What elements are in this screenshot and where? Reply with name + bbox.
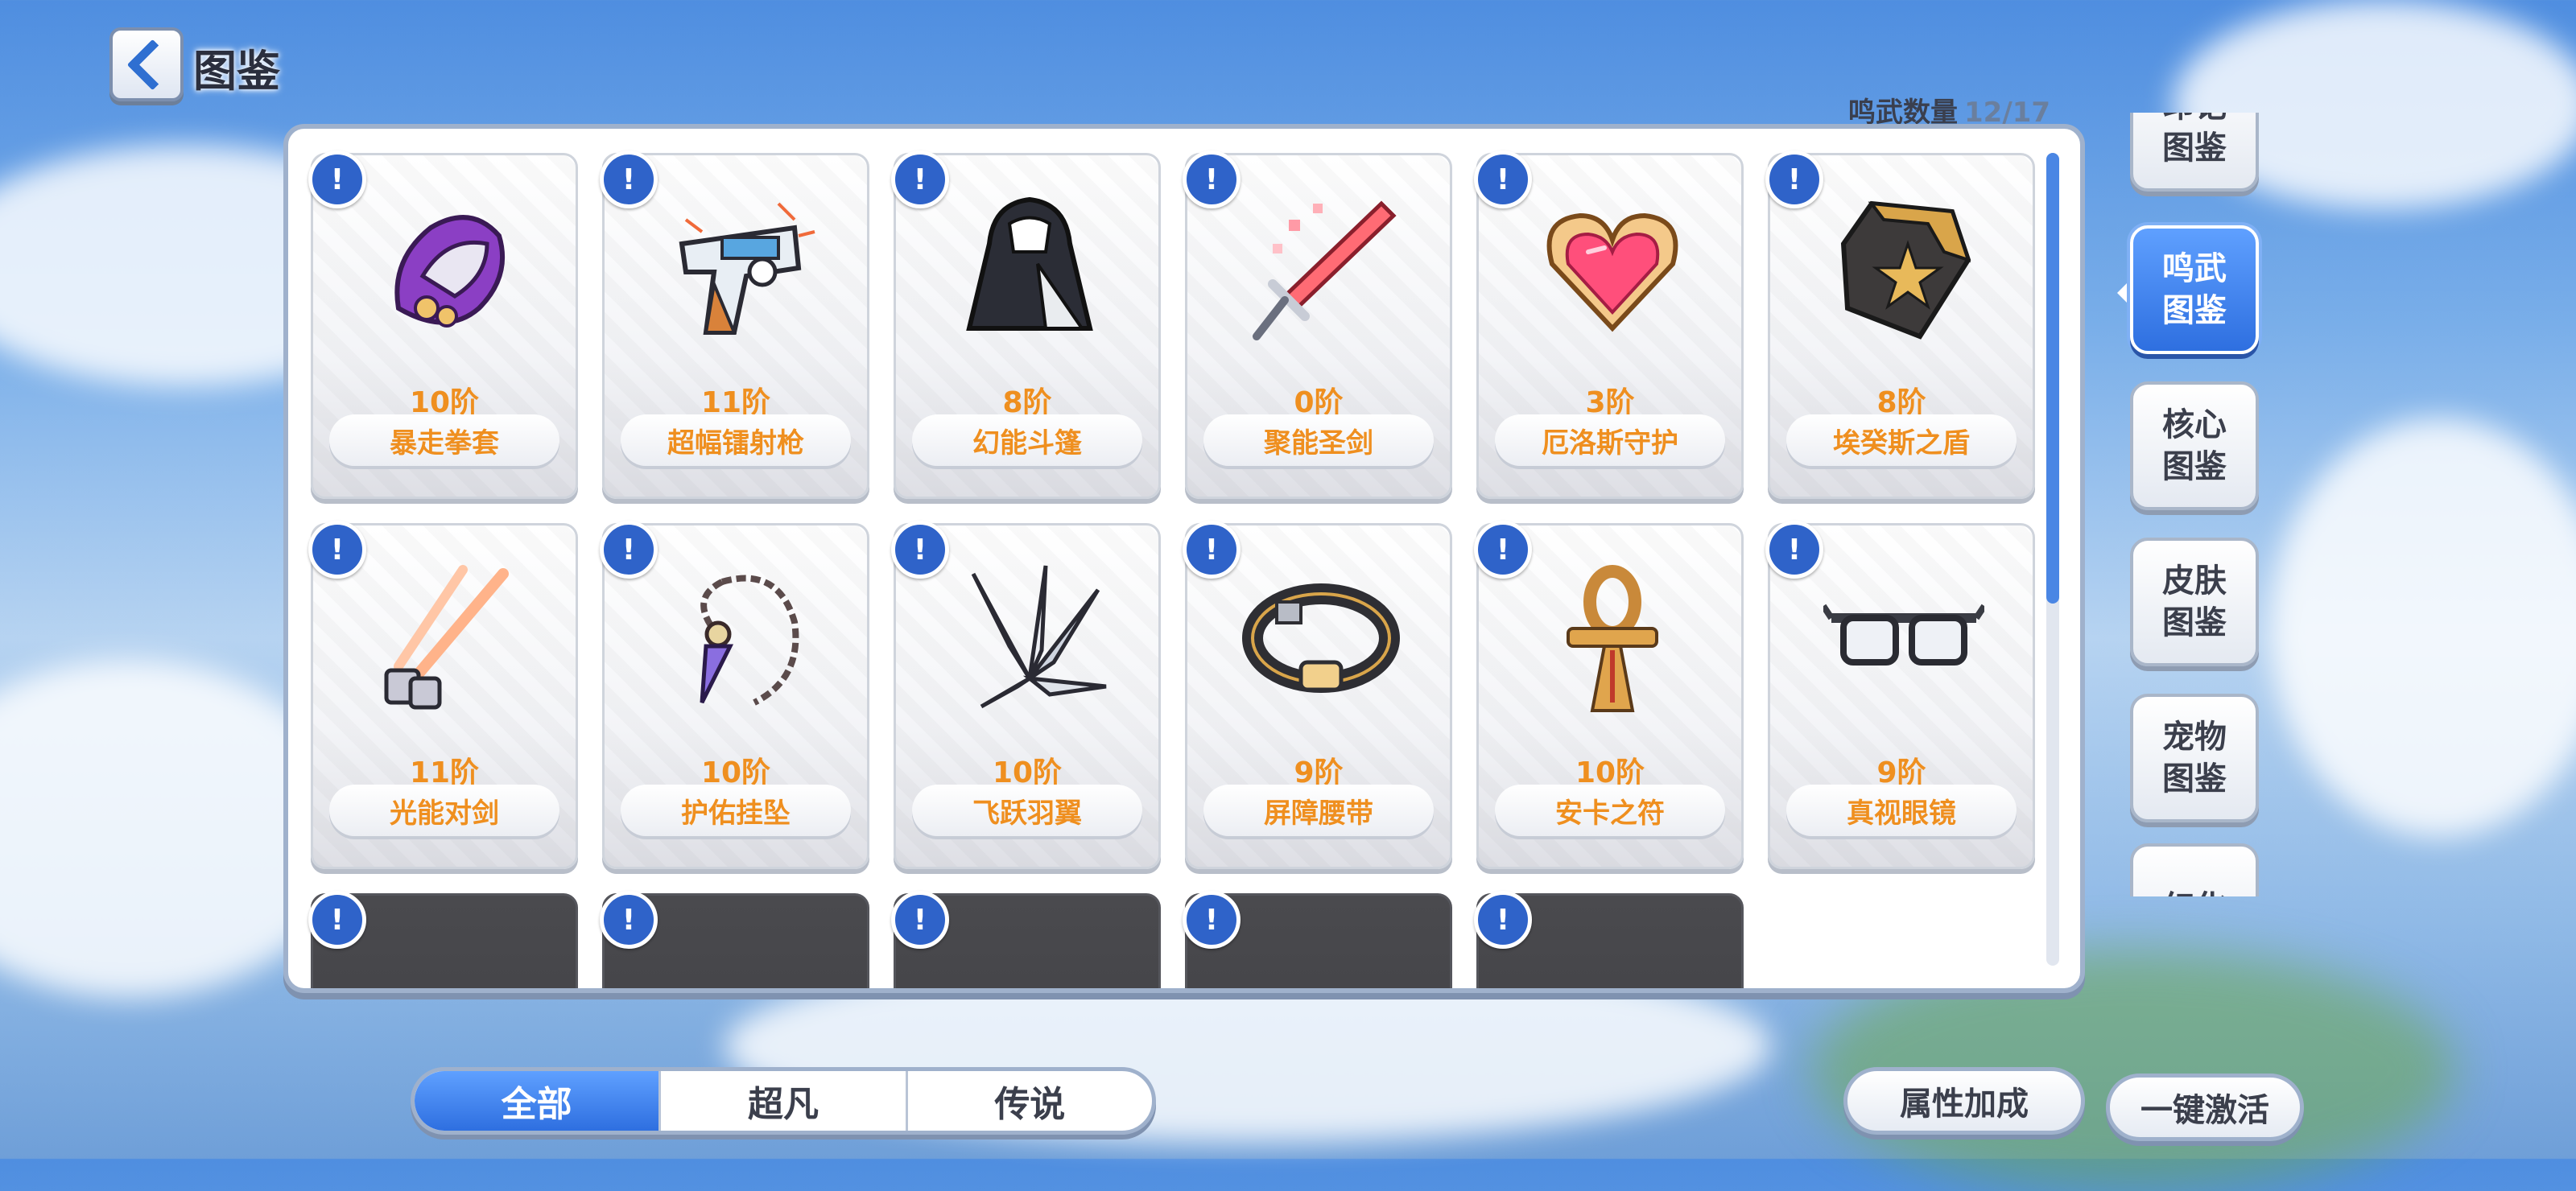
item-card[interactable]: ! 10阶 飞跃羽翼 — [891, 521, 1161, 869]
locked-item-card[interactable]: ! — [1183, 891, 1452, 988]
info-badge[interactable]: ! — [1765, 150, 1823, 208]
item-name: 聚能圣剑 — [1203, 414, 1434, 466]
item-name: 安卡之符 — [1495, 785, 1725, 836]
locked-item-card[interactable]: ! — [308, 891, 578, 988]
vertical-scrollbar[interactable] — [2046, 153, 2059, 966]
info-badge[interactable]: ! — [600, 521, 658, 579]
item-name: 真视眼镜 — [1786, 785, 2017, 836]
filter-legend[interactable]: 传说 — [905, 1071, 1152, 1131]
item-name: 厄洛斯守护 — [1495, 414, 1725, 466]
info-badge[interactable]: ! — [1765, 521, 1823, 579]
item-card[interactable]: ! 8阶 埃癸斯之盾 — [1765, 150, 2035, 499]
page-title: 图鉴 — [193, 46, 280, 97]
item-name: 暴走拳套 — [329, 414, 559, 466]
tab-skin-codex[interactable]: 皮肤图鉴 — [2130, 538, 2259, 666]
category-tabs: 印记图鉴 鸣武图鉴 核心图鉴 皮肤图鉴 宠物图鉴 幻化 — [2125, 113, 2270, 896]
info-badge[interactable]: ! — [308, 150, 366, 208]
item-name: 飞跃羽翼 — [912, 785, 1142, 836]
info-badge[interactable]: ! — [308, 891, 366, 949]
item-name: 护佑挂坠 — [621, 785, 851, 836]
glasses-icon — [1823, 604, 1984, 666]
rarity-filter: 全部 超凡 传说 — [411, 1067, 1156, 1135]
info-badge[interactable]: ! — [891, 150, 949, 208]
item-card[interactable]: ! 10阶 护佑挂坠 — [600, 521, 869, 869]
back-button[interactable] — [109, 27, 184, 101]
info-badge[interactable]: ! — [600, 150, 658, 208]
item-name: 屏障腰带 — [1203, 785, 1434, 836]
tab-pet-codex[interactable]: 宠物图鉴 — [2130, 694, 2259, 822]
gauntlet-icon — [394, 215, 506, 328]
item-card[interactable]: ! 3阶 厄洛斯守护 — [1474, 150, 1744, 499]
scrollbar-thumb[interactable] — [2046, 153, 2059, 604]
item-card[interactable]: ! 10阶 安卡之符 — [1474, 521, 1744, 869]
item-name: 光能对剑 — [329, 785, 559, 836]
tab-mark-codex[interactable]: 印记图鉴 — [2130, 113, 2259, 192]
twin-blades-icon — [384, 565, 509, 710]
heart-gem-icon — [1546, 212, 1678, 332]
item-card[interactable]: ! 9阶 真视眼镜 — [1765, 521, 2035, 869]
pendant-icon — [700, 575, 799, 706]
belt-icon — [1242, 583, 1400, 693]
item-name: 埃癸斯之盾 — [1786, 414, 2017, 466]
item-card[interactable]: ! 8阶 幻能斗篷 — [891, 150, 1161, 499]
cloak-icon — [966, 196, 1093, 331]
info-badge[interactable]: ! — [1474, 891, 1532, 949]
item-card[interactable]: ! 11阶 光能对剑 — [308, 521, 578, 869]
locked-item-card[interactable]: ! — [600, 891, 869, 988]
info-badge[interactable]: ! — [1183, 521, 1241, 579]
activate-all-button[interactable]: 一键激活 — [2106, 1074, 2304, 1141]
attribute-bonus-button[interactable]: 属性加成 — [1843, 1067, 2085, 1135]
chevron-left-icon — [126, 39, 178, 90]
filter-superior[interactable]: 超凡 — [658, 1071, 905, 1131]
tab-weapon-codex[interactable]: 鸣武图鉴 — [2130, 225, 2259, 354]
info-badge[interactable]: ! — [308, 521, 366, 579]
background-cloud — [2270, 418, 2576, 837]
collection-panel: ! 10阶 暴走拳套 ! 11阶 超幅镭射枪 ! 8阶 幻能斗篷 ! 0阶 聚能… — [283, 124, 2085, 993]
shield-icon — [1840, 200, 1971, 340]
item-name: 超幅镭射枪 — [621, 414, 851, 466]
sword-icon — [1253, 200, 1397, 340]
item-card[interactable]: ! 9阶 屏障腰带 — [1183, 521, 1452, 869]
info-badge[interactable]: ! — [891, 891, 949, 949]
ankh-icon — [1567, 565, 1658, 712]
tab-core-codex[interactable]: 核心图鉴 — [2130, 381, 2259, 510]
item-name: 幻能斗篷 — [912, 414, 1142, 466]
info-badge[interactable]: ! — [1183, 150, 1241, 208]
filter-all[interactable]: 全部 — [415, 1071, 659, 1131]
item-grid: ! 10阶 暴走拳套 ! 11阶 超幅镭射枪 ! 8阶 幻能斗篷 ! 0阶 聚能… — [308, 150, 2035, 988]
info-badge[interactable]: ! — [891, 521, 949, 579]
item-card[interactable]: ! 0阶 聚能圣剑 — [1183, 150, 1452, 499]
tab-transform-codex[interactable]: 幻化 — [2130, 843, 2259, 896]
info-badge[interactable]: ! — [1474, 150, 1532, 208]
wing-icon — [971, 565, 1107, 709]
item-card[interactable]: ! 11阶 超幅镭射枪 — [600, 150, 869, 499]
locked-item-card[interactable]: ! — [891, 891, 1161, 988]
info-badge[interactable]: ! — [1474, 521, 1532, 579]
item-card[interactable]: ! 10阶 暴走拳套 — [308, 150, 578, 499]
info-badge[interactable]: ! — [1183, 891, 1241, 949]
locked-item-card[interactable]: ! — [1474, 891, 1744, 988]
info-badge[interactable]: ! — [600, 891, 658, 949]
laser-gun-icon — [679, 202, 815, 335]
